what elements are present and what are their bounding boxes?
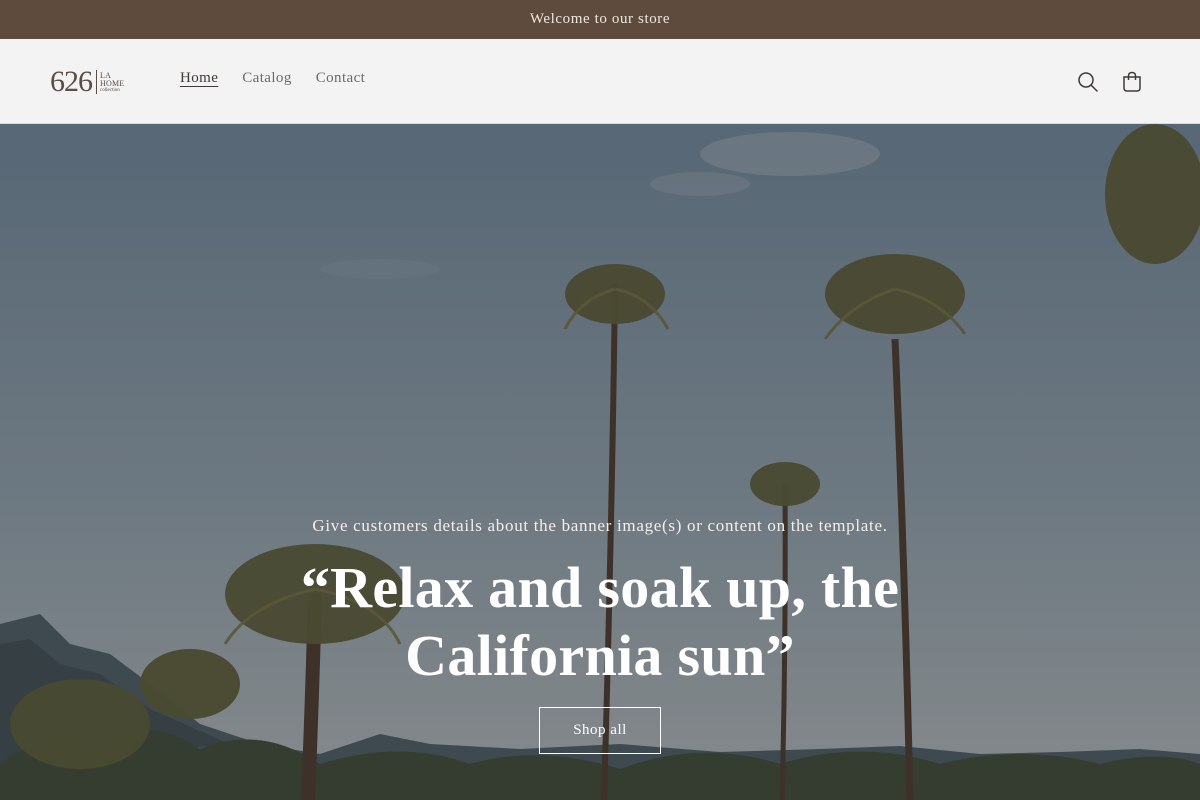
search-button[interactable] xyxy=(1071,65,1105,99)
hero-subtitle: Give customers details about the banner … xyxy=(312,516,888,535)
store-logo[interactable]: 626 LA HOME collection xyxy=(50,65,124,99)
site-header: 626 LA HOME collection Home Catalog Cont… xyxy=(0,39,1200,124)
logo-line-3: collection xyxy=(100,87,120,93)
nav-contact[interactable]: Contact xyxy=(316,70,365,87)
nav-home[interactable]: Home xyxy=(180,70,218,87)
logo-number: 626 xyxy=(50,65,93,98)
cart-icon xyxy=(1123,71,1141,92)
logo-line-2: HOME xyxy=(100,78,125,88)
logo-divider xyxy=(96,70,97,94)
search-icon xyxy=(1078,72,1098,92)
nav-catalog[interactable]: Catalog xyxy=(242,70,291,87)
main-nav: Home Catalog Contact xyxy=(180,70,365,87)
hero-overlay xyxy=(0,124,1200,800)
hero-banner: Give customers details about the banner … xyxy=(0,124,1200,800)
hero-title: “Relax and soak up, the California sun” xyxy=(300,555,900,688)
logo-wordmark: LA HOME collection xyxy=(100,71,125,93)
cart-button[interactable] xyxy=(1115,65,1149,99)
announcement-text: Welcome to our store xyxy=(529,11,671,27)
shop-all-button[interactable]: Shop all xyxy=(539,707,661,754)
announcement-bar: Welcome to our store xyxy=(0,0,1200,39)
